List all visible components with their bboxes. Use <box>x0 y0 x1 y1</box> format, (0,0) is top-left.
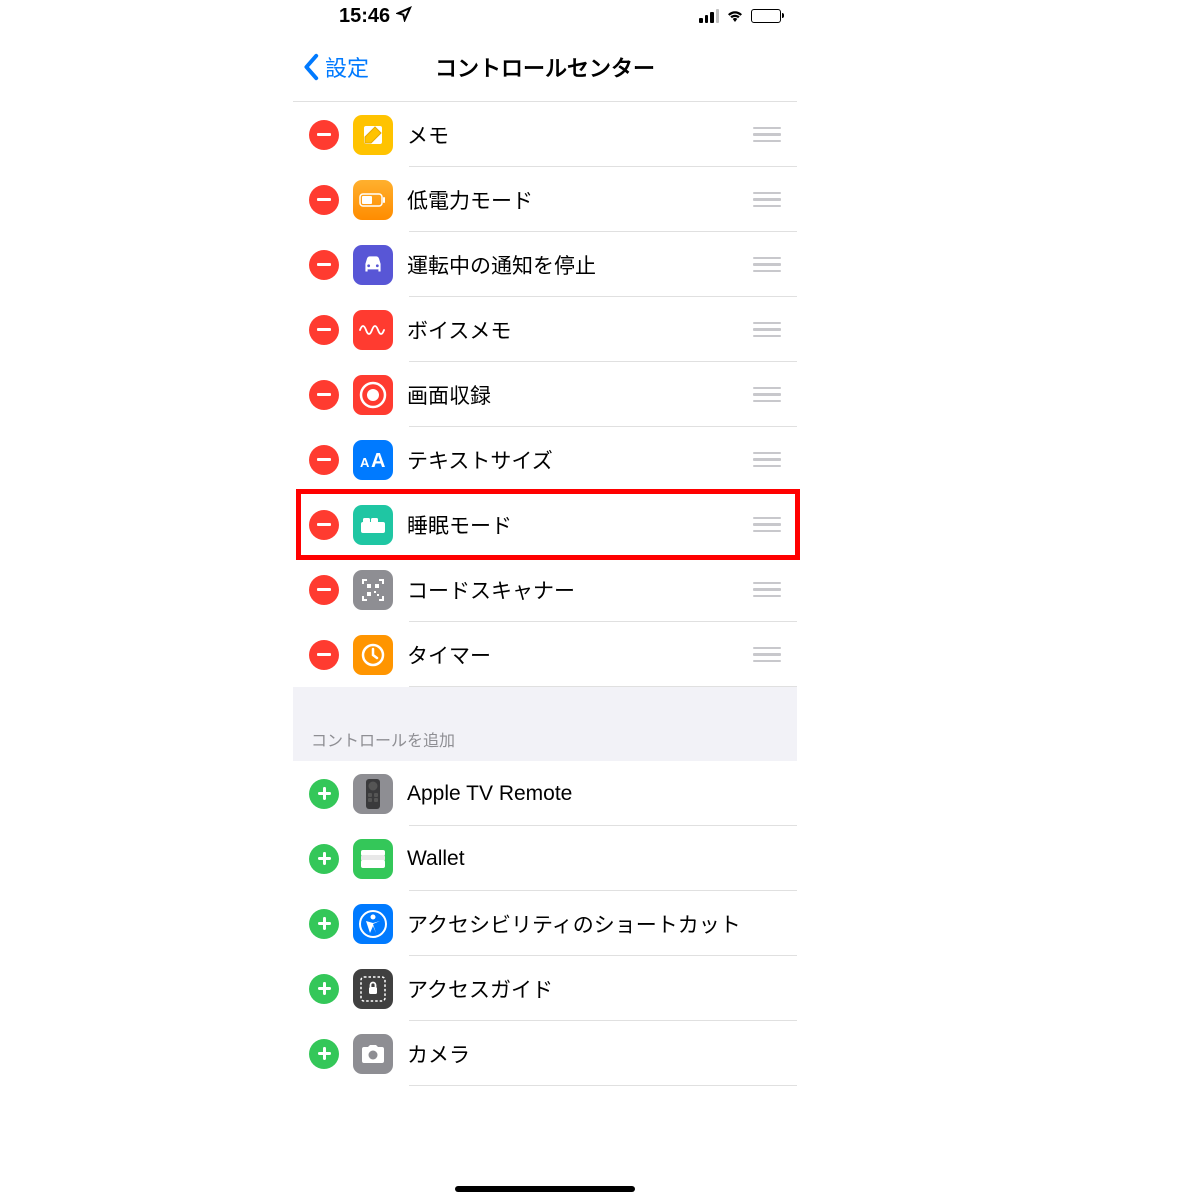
more-row-accessibility: アクセシビリティのショートカット <box>293 891 797 956</box>
svg-text:A: A <box>371 450 385 472</box>
add-button[interactable] <box>309 779 339 809</box>
included-row-lowpower: 低電力モード <box>293 167 797 232</box>
included-controls-list: メモ低電力モード運転中の通知を停止ボイスメモ画面収録 AA テキストサイズ睡眠モード… <box>293 102 797 687</box>
location-icon <box>396 5 412 28</box>
remove-button[interactable] <box>309 445 339 475</box>
row-label: 運転中の通知を停止 <box>407 250 745 280</box>
included-row-textsize: AA テキストサイズ <box>293 427 797 492</box>
row-label: Apple TV Remote <box>407 782 781 806</box>
more-controls-list: Apple TV Remote Wallet アクセシビリティのショートカットアクセ… <box>293 761 797 1086</box>
back-label: 設定 <box>325 51 369 83</box>
drag-handle[interactable] <box>753 257 781 273</box>
row-label: アクセスガイド <box>407 974 781 1004</box>
voicememo-icon <box>353 310 393 350</box>
row-label: 睡眠モード <box>407 510 745 540</box>
notes-icon <box>353 115 393 155</box>
row-label: テキストサイズ <box>407 445 745 475</box>
drag-handle[interactable] <box>753 387 781 403</box>
row-label: 低電力モード <box>407 185 745 215</box>
included-row-sleep: 睡眠モード <box>293 492 797 557</box>
included-row-screenrec: 画面収録 <box>293 362 797 427</box>
driving-icon <box>353 245 393 285</box>
battery-icon <box>751 9 781 23</box>
page-title: コントロールセンター <box>435 51 655 83</box>
add-button[interactable] <box>309 974 339 1004</box>
home-indicator[interactable] <box>455 1186 635 1192</box>
remove-button[interactable] <box>309 380 339 410</box>
row-label: タイマー <box>407 640 745 670</box>
drag-handle[interactable] <box>753 517 781 533</box>
camera-icon <box>353 1034 393 1074</box>
guidedaccess-icon <box>353 969 393 1009</box>
drag-handle[interactable] <box>753 322 781 338</box>
remove-button[interactable] <box>309 640 339 670</box>
drag-handle[interactable] <box>753 127 781 143</box>
more-row-wallet: Wallet <box>293 826 797 891</box>
add-button[interactable] <box>309 909 339 939</box>
remove-button[interactable] <box>309 250 339 280</box>
screenrec-icon <box>353 375 393 415</box>
row-label: アクセシビリティのショートカット <box>407 909 781 939</box>
drag-handle[interactable] <box>753 192 781 208</box>
more-row-camera: カメラ <box>293 1021 797 1086</box>
remove-button[interactable] <box>309 315 339 345</box>
more-row-appletv: Apple TV Remote <box>293 761 797 826</box>
included-row-timer: タイマー <box>293 622 797 687</box>
remove-button[interactable] <box>309 575 339 605</box>
add-button[interactable] <box>309 1039 339 1069</box>
row-label: コードスキャナー <box>407 575 745 605</box>
included-row-driving: 運転中の通知を停止 <box>293 232 797 297</box>
navigation-bar: 設定 コントロールセンター <box>293 32 797 102</box>
status-time: 15:46 <box>339 5 390 28</box>
back-button[interactable]: 設定 <box>303 51 369 83</box>
timer-icon <box>353 635 393 675</box>
drag-handle[interactable] <box>753 452 781 468</box>
chevron-left-icon <box>303 53 321 81</box>
codescan-icon <box>353 570 393 610</box>
sleep-icon <box>353 505 393 545</box>
wallet-icon <box>353 839 393 879</box>
status-bar: 15:46 <box>293 0 797 32</box>
row-label: 画面収録 <box>407 380 745 410</box>
add-button[interactable] <box>309 844 339 874</box>
lowpower-icon <box>353 180 393 220</box>
row-label: ボイスメモ <box>407 315 745 345</box>
accessibility-icon <box>353 904 393 944</box>
textsize-icon: AA <box>353 440 393 480</box>
included-row-voicememo: ボイスメモ <box>293 297 797 362</box>
remove-button[interactable] <box>309 120 339 150</box>
remove-button[interactable] <box>309 510 339 540</box>
drag-handle[interactable] <box>753 647 781 663</box>
phone-screen: 15:46 設定 コントロールセンター <box>293 0 797 1200</box>
appletv-icon <box>353 774 393 814</box>
add-controls-header: コントロールを追加 <box>293 687 797 761</box>
svg-text:A: A <box>360 455 370 470</box>
row-label: Wallet <box>407 847 781 871</box>
row-label: メモ <box>407 120 745 150</box>
included-row-codescan: コードスキャナー <box>293 557 797 622</box>
remove-button[interactable] <box>309 185 339 215</box>
cellular-signal-icon <box>699 9 719 23</box>
drag-handle[interactable] <box>753 582 781 598</box>
wifi-icon <box>725 5 745 28</box>
row-label: カメラ <box>407 1039 781 1069</box>
more-row-guidedaccess: アクセスガイド <box>293 956 797 1021</box>
included-row-notes: メモ <box>293 102 797 167</box>
